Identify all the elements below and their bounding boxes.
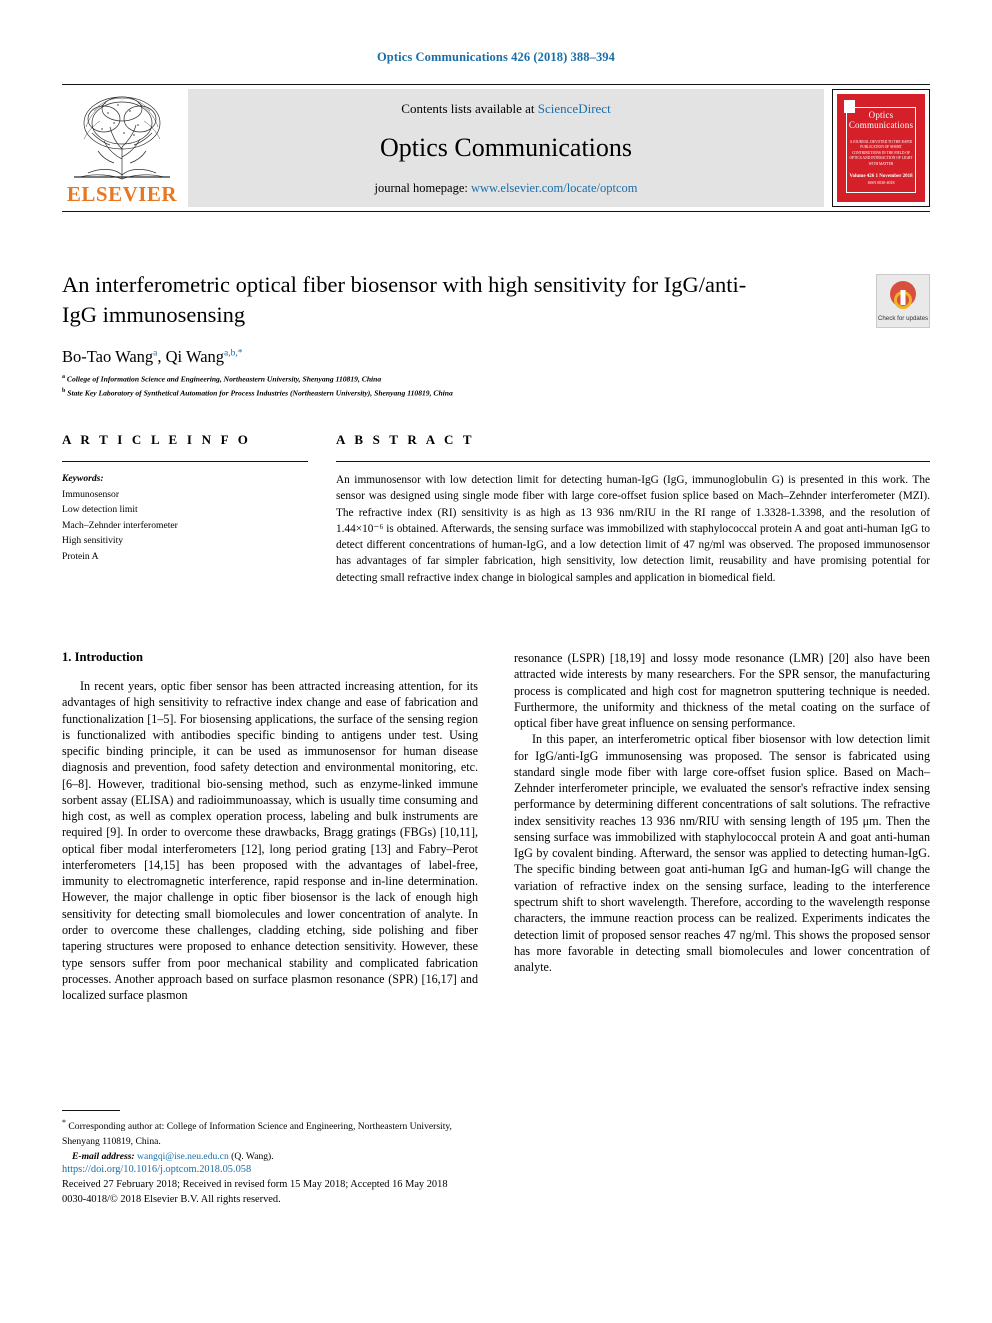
body-column-left: 1. Introduction In recent years, optic f… [62, 650, 478, 1003]
article-info-rule [62, 461, 308, 462]
masthead-center-panel: Contents lists available at ScienceDirec… [188, 89, 824, 207]
journal-homepage-link[interactable]: www.elsevier.com/locate/optcom [471, 181, 638, 195]
crossmark-label: Check for updates [877, 315, 929, 323]
article-body: 1. Introduction In recent years, optic f… [62, 650, 930, 1003]
author-1: Bo-Tao Wang [62, 346, 154, 366]
elsevier-logo: ELSEVIER [62, 89, 182, 207]
keyword-item: Protein A [62, 550, 99, 562]
abstract-block: A B S T R A C T An immunosensor with low… [336, 432, 930, 586]
author-list: Bo-Tao Wanga, Qi Wanga,b,* [62, 347, 930, 367]
abstract-rule [336, 461, 930, 462]
email-link[interactable]: wangqi@ise.neu.edu.cn [137, 1151, 229, 1162]
contents-line: Contents lists available at ScienceDirec… [188, 101, 824, 117]
page-title: An interferometric optical fiber biosens… [62, 272, 747, 327]
journal-title: Optics Communications [379, 133, 633, 162]
paper-page: Optics Communications 426 (2018) 388–394 [0, 0, 992, 1323]
keyword-item: High sensitivity [62, 535, 124, 547]
footnote-rule [62, 1110, 120, 1111]
copyright-line: 0030-4018/© 2018 Elsevier B.V. All right… [62, 1193, 281, 1205]
journal-cover-thumbnail: Optics Communications A JOURNAL DEVOTED … [832, 89, 930, 207]
article-info-heading: A R T I C L E I N F O [62, 432, 252, 447]
doi-link[interactable]: https://doi.org/10.1016/j.optcom.2018.05… [62, 1164, 251, 1175]
email-label: E-mail address: [72, 1150, 135, 1162]
affiliation-b-text: State Key Laboratory of Synthetical Auto… [67, 388, 453, 398]
abstract-text: An immunosensor with low detection limit… [336, 474, 930, 584]
author-2-affiliation-marker[interactable]: a,b,* [224, 348, 242, 358]
received-dates: Received 27 February 2018; Received in r… [62, 1178, 448, 1190]
cover-issn: ISSN 0030-4018 [867, 180, 895, 185]
affiliation-a: a College of Information Science and Eng… [62, 373, 930, 385]
affiliation-a-marker: a [62, 373, 65, 380]
running-head: Optics Communications 426 (2018) 388–394 [376, 50, 616, 64]
corresponding-author-note: * Corresponding author at: College of In… [62, 1117, 478, 1149]
journal-homepage-line: journal homepage: www.elsevier.com/locat… [188, 181, 824, 196]
body-column-right: resonance (LSPR) [18,19] and lossy mode … [514, 650, 930, 1003]
publication-footer: https://doi.org/10.1016/j.optcom.2018.05… [62, 1163, 562, 1207]
keywords-label: Keywords: [62, 473, 104, 484]
corresponding-marker: * [62, 1118, 66, 1127]
paragraph: In recent years, optic fiber sensor has … [62, 679, 478, 1003]
affiliation-b: b State Key Laboratory of Synthetical Au… [62, 387, 930, 399]
author-2: Qi Wang [165, 346, 225, 366]
masthead-top-rule [62, 84, 930, 85]
crossmark-icon [890, 281, 916, 309]
crossmark-badge[interactable]: Check for updates [876, 274, 930, 328]
email-suffix: (Q. Wang). [231, 1150, 274, 1162]
keyword-item: Mach–Zehnder interferometer [62, 519, 178, 531]
journal-masthead: ELSEVIER Contents lists available at Sci… [62, 84, 930, 212]
keyword-item: Immunosensor [62, 488, 120, 500]
footnote-block: * Corresponding author at: College of In… [62, 1110, 478, 1164]
paragraph: In this paper, an interferometric optica… [514, 732, 930, 975]
elsevier-wordmark: ELSEVIER [66, 182, 178, 206]
contents-prefix: Contents lists available at [401, 101, 538, 116]
masthead-bottom-rule [62, 211, 930, 212]
abstract-heading: A B S T R A C T [336, 432, 475, 447]
title-block: An interferometric optical fiber biosens… [62, 270, 930, 399]
cover-footer: Volume 426 1 November 2018 ISSN 0030-401… [849, 173, 913, 187]
cover-title: Optics Communications [848, 110, 914, 131]
affiliation-b-marker: b [62, 388, 66, 395]
corresponding-text: Corresponding author at: College of Info… [62, 1121, 452, 1147]
elsevier-tree-icon [68, 89, 176, 181]
author-separator: , [157, 346, 166, 366]
cover-subtitle: A JOURNAL DEVOTED TO THE RAPID PUBLICATI… [849, 140, 913, 166]
keywords-list: Keywords: Immunosensor Low detection lim… [62, 471, 308, 564]
homepage-prefix: journal homepage: [374, 181, 471, 195]
affiliation-a-text: College of Information Science and Engin… [66, 374, 382, 384]
cover-volume: Volume 426 1 November 2018 [849, 173, 913, 179]
article-info-block: A R T I C L E I N F O Keywords: Immunose… [62, 432, 308, 564]
section-title-introduction: 1. Introduction [62, 650, 143, 664]
paragraph: resonance (LSPR) [18,19] and lossy mode … [514, 651, 930, 731]
keyword-item: Low detection limit [62, 504, 138, 516]
sciencedirect-link[interactable]: ScienceDirect [538, 101, 611, 116]
